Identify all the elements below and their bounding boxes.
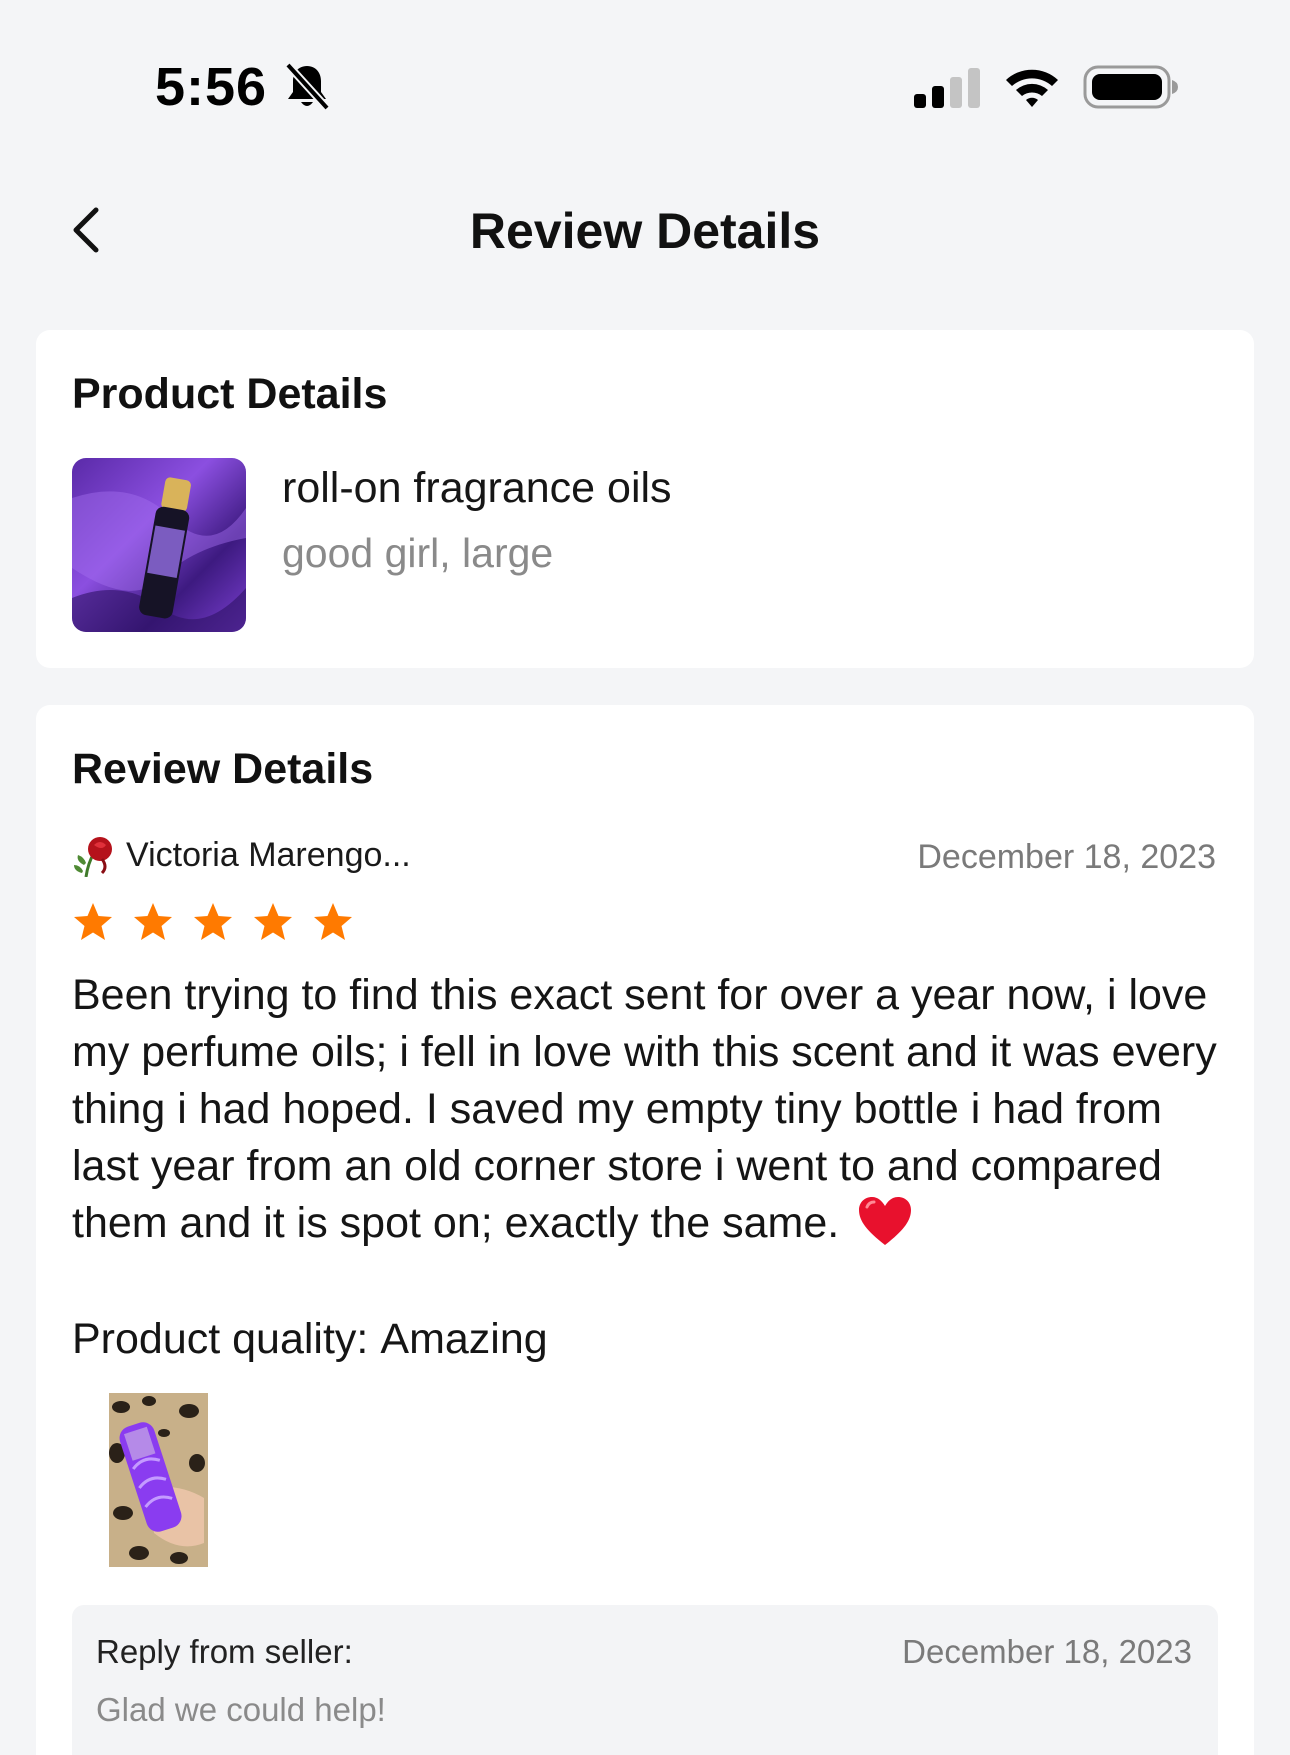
product-thumbnail[interactable] [72, 458, 246, 632]
product-name[interactable]: roll-on fragrance oils [282, 464, 672, 513]
quality-value: Amazing [380, 1315, 548, 1363]
star-icon [74, 903, 112, 940]
product-details-card: Product Details roll-on fragrance oils g… [36, 330, 1254, 668]
reply-date: December 18, 2023 [902, 1633, 1192, 1670]
review-details-heading: Review Details [72, 745, 374, 793]
battery-icon [1083, 65, 1178, 109]
cellular-signal-icon [914, 68, 980, 108]
reviewer: Victoria Marengo... [72, 833, 411, 877]
review-body: Been trying to find this exact sent for … [72, 967, 1222, 1252]
red-heart-icon [859, 1197, 912, 1245]
reviewer-name: Victoria Marengo... [126, 835, 411, 874]
review-photo[interactable] [109, 1393, 208, 1567]
seller-reply: Reply from seller: December 18, 2023 Gla… [72, 1605, 1218, 1755]
review-text: Been trying to find this exact sent for … [72, 971, 1217, 1247]
status-time: 5:56 [155, 57, 268, 117]
nav-bar: Review Details [0, 180, 1290, 280]
star-icon [134, 903, 172, 940]
product-variant: good girl, large [282, 530, 554, 576]
star-rating [72, 901, 354, 943]
bell-slash-icon [285, 62, 330, 111]
product-quality: Product quality: Amazing [72, 1315, 560, 1364]
review-details-screen: 5:56 Review Details Product Details roll… [0, 0, 1290, 1755]
quality-label: Product quality: [72, 1315, 369, 1363]
review-details-card: Review Details Victoria Marengo... Decem… [36, 705, 1254, 1755]
star-icon [254, 903, 292, 940]
product-details-heading: Product Details [72, 370, 388, 418]
star-icon [314, 903, 352, 940]
reply-label: Reply from seller: [96, 1633, 353, 1670]
status-bar: 5:56 [0, 0, 1290, 150]
review-date: December 18, 2023 [917, 838, 1216, 876]
wilted-rose-icon [74, 837, 112, 877]
star-icon [194, 903, 232, 940]
page-title: Review Details [469, 203, 821, 259]
wifi-icon [1006, 69, 1058, 107]
reply-text: Glad we could help! [96, 1691, 386, 1728]
